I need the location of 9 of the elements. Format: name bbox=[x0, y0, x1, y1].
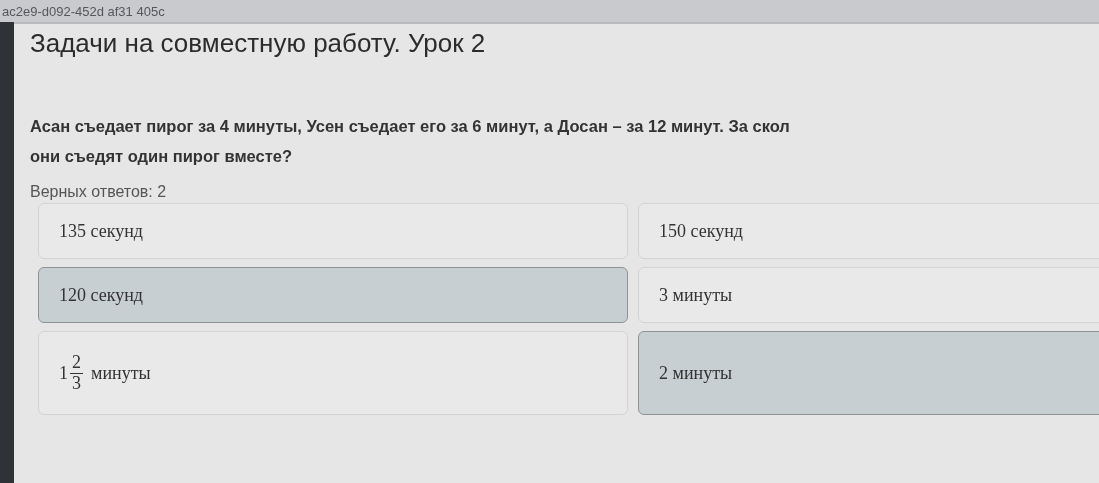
id-text: ac2e9-d092-452d af31 405c bbox=[2, 3, 165, 19]
answer-option[interactable]: 2 минуты bbox=[638, 331, 1099, 415]
answer-option[interactable]: 120 секунд bbox=[38, 267, 628, 323]
question-text: Асан съедает пирог за 4 минуты, Усен съедает его за 6 минут, а Досан – за 12 минут. За скол они съедят один пирог вместе? bbox=[30, 116, 791, 167]
answers-hint: Верных ответов: 2 bbox=[30, 183, 168, 201]
lesson-title: Задачи на совместную работу. Урок 2 bbox=[30, 28, 487, 59]
answer-option[interactable]: 3 минуты bbox=[638, 267, 1099, 323]
answer-option[interactable]: 135 секунд bbox=[38, 203, 628, 259]
answer-option[interactable]: 150 секунд bbox=[638, 203, 1099, 259]
